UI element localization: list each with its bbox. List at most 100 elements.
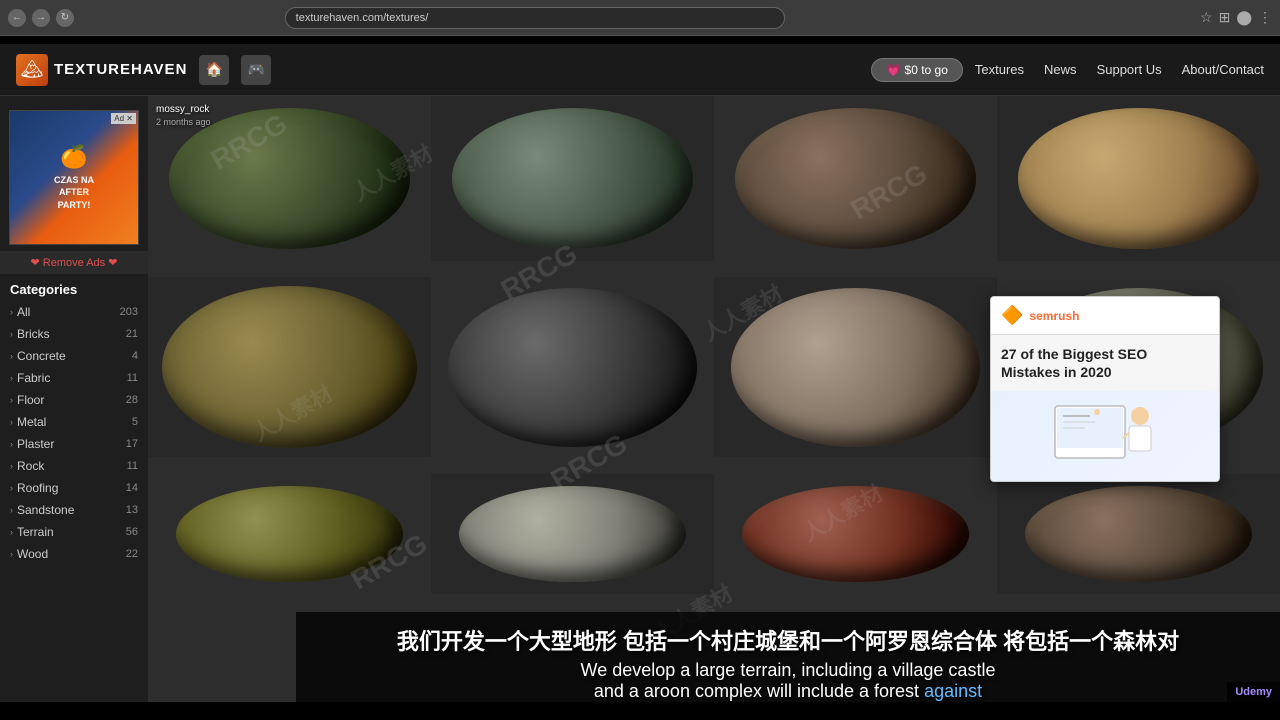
cat-count: 28 bbox=[126, 394, 138, 406]
cat-name: Terrain bbox=[17, 525, 122, 539]
support-btn[interactable]: 💗 $0 to go bbox=[871, 58, 963, 82]
arrow-icon: › bbox=[10, 461, 13, 471]
texture-item-last[interactable] bbox=[997, 474, 1280, 594]
nav-textures[interactable]: Textures bbox=[975, 62, 1024, 77]
cat-count: 14 bbox=[126, 482, 138, 494]
sidebar-item-terrain[interactable]: › Terrain 56 bbox=[0, 521, 148, 543]
ad-popup-title: 27 of the Biggest SEOMistakes in 2020 bbox=[991, 335, 1219, 391]
subtitle-en-part1: We develop a large terrain, including a … bbox=[581, 660, 996, 680]
cat-name: Rock bbox=[17, 459, 123, 473]
udemy-logo: Udemy bbox=[1235, 686, 1272, 698]
ad-illustration bbox=[1035, 396, 1175, 476]
remove-ads-button[interactable]: ❤ Remove Ads ❤ bbox=[0, 251, 148, 274]
subtitle-en-part2: and a aroon complex will include a fores… bbox=[594, 681, 982, 701]
cat-count: 203 bbox=[120, 306, 138, 318]
sidebar-ad: Ad ✕ 🍊 CZAS NAAFTERPARTY! bbox=[9, 110, 139, 245]
main-layout: Ad ✕ 🍊 CZAS NAAFTERPARTY! ❤ Remove Ads ❤… bbox=[0, 96, 1280, 720]
texture-item-concrete[interactable] bbox=[431, 474, 714, 594]
url-bar[interactable]: texturehaven.com/textures/ bbox=[285, 7, 785, 29]
back-button[interactable]: ← bbox=[8, 9, 26, 27]
texture-label: mossy_rock 2 months ago bbox=[156, 104, 211, 127]
remove-ads-label: ❤ Remove Ads ❤ bbox=[31, 256, 118, 269]
texture-sphere bbox=[431, 96, 714, 261]
nav-about[interactable]: About/Contact bbox=[1182, 62, 1264, 77]
sphere-rock-cliff bbox=[452, 108, 693, 248]
sidebar-item-floor[interactable]: › Floor 28 bbox=[0, 389, 148, 411]
texture-item-moss[interactable] bbox=[148, 474, 431, 594]
texture-item-3[interactable] bbox=[714, 96, 997, 261]
texture-item-2[interactable] bbox=[431, 96, 714, 261]
sphere-rock2-2 bbox=[1025, 486, 1251, 582]
sidebar-item-fabric[interactable]: › Fabric 11 bbox=[0, 367, 148, 389]
nav-links: Textures News Support Us About/Contact bbox=[975, 62, 1264, 77]
cat-count: 22 bbox=[126, 548, 138, 560]
support-label: 💗 $0 to go bbox=[886, 63, 948, 77]
texture-sphere bbox=[148, 277, 431, 457]
texture-sphere bbox=[714, 474, 997, 594]
profile-icon[interactable]: ⬤ bbox=[1236, 9, 1252, 26]
sidebar-item-metal[interactable]: › Metal 5 bbox=[0, 411, 148, 433]
sidebar-item-concrete[interactable]: › Concrete 4 bbox=[0, 345, 148, 367]
sidebar-item-roofing[interactable]: › Roofing 14 bbox=[0, 477, 148, 499]
cat-name: All bbox=[17, 305, 116, 319]
sidebar-item-wood[interactable]: › Wood 22 bbox=[0, 543, 148, 565]
cat-name: Wood bbox=[17, 547, 122, 561]
subtitle-zh: 我们开发一个大型地形 包括一个村庄城堡和一个阿罗恩综合体 将包括一个森林对 bbox=[316, 624, 1260, 656]
ad-content: 🍊 CZAS NAAFTERPARTY! bbox=[10, 111, 138, 244]
url-text: texturehaven.com/textures/ bbox=[296, 12, 429, 24]
ad-popup-image bbox=[991, 391, 1219, 481]
texture-name: mossy_rock bbox=[156, 104, 211, 115]
nav-news[interactable]: News bbox=[1044, 62, 1077, 77]
blender-icon-btn[interactable]: 🏠 bbox=[199, 55, 229, 85]
sidebar: Ad ✕ 🍊 CZAS NAAFTERPARTY! ❤ Remove Ads ❤… bbox=[0, 96, 148, 720]
texture-item-mossy-rock[interactable]: mossy_rock 2 months ago bbox=[148, 96, 431, 261]
menu-icon[interactable]: ⋮ bbox=[1258, 9, 1272, 26]
browser-chrome: ← → ↻ texturehaven.com/textures/ ☆ ⊞ ⬤ ⋮ bbox=[0, 0, 1280, 36]
arrow-icon: › bbox=[10, 483, 13, 493]
arrow-icon: › bbox=[10, 351, 13, 361]
arrow-icon: › bbox=[10, 549, 13, 559]
refresh-button[interactable]: ↻ bbox=[56, 9, 74, 27]
sphere-rock-rough bbox=[731, 288, 980, 446]
categories-title: Categories bbox=[0, 274, 148, 301]
cat-name: Plaster bbox=[17, 437, 122, 451]
extensions-icon[interactable]: ⊞ bbox=[1219, 9, 1231, 26]
texture-item-brown[interactable] bbox=[714, 474, 997, 594]
texture-sphere bbox=[714, 96, 997, 261]
texture-sphere bbox=[431, 277, 714, 457]
texture-item-boulder[interactable] bbox=[148, 277, 431, 457]
arrow-icon: › bbox=[10, 417, 13, 427]
subtitle-en: We develop a large terrain, including a … bbox=[316, 660, 1260, 702]
sphere-boulder-mossy bbox=[162, 286, 417, 448]
sidebar-item-sandstone[interactable]: › Sandstone 13 bbox=[0, 499, 148, 521]
texture-sphere bbox=[714, 277, 997, 457]
texture-sphere bbox=[997, 474, 1280, 594]
texture-item-rock-dark[interactable] bbox=[431, 277, 714, 457]
sidebar-item-all[interactable]: › All 203 bbox=[0, 301, 148, 323]
arrow-icon: › bbox=[10, 505, 13, 515]
forward-button[interactable]: → bbox=[32, 9, 50, 27]
cat-count: 13 bbox=[126, 504, 138, 516]
cat-name: Metal bbox=[17, 415, 128, 429]
sphere-rock2 bbox=[735, 108, 976, 248]
arrow-icon: › bbox=[10, 527, 13, 537]
texture-sphere bbox=[148, 474, 431, 594]
sidebar-item-rock[interactable]: › Rock 11 bbox=[0, 455, 148, 477]
arrow-icon: › bbox=[10, 373, 13, 383]
sidebar-item-bricks[interactable]: › Bricks 21 bbox=[0, 323, 148, 345]
cat-count: 4 bbox=[132, 350, 138, 362]
game-icon-btn[interactable]: 🎮 bbox=[241, 55, 271, 85]
ad-popup-header: 🔶 semrush bbox=[991, 297, 1219, 335]
cat-name: Roofing bbox=[17, 481, 122, 495]
sidebar-item-plaster[interactable]: › Plaster 17 bbox=[0, 433, 148, 455]
arrow-icon: › bbox=[10, 395, 13, 405]
texture-item-rock-rough[interactable] bbox=[714, 277, 997, 457]
nav-support-us[interactable]: Support Us bbox=[1097, 62, 1162, 77]
site-logo[interactable]: 🏔 TEXTUREHAVEN bbox=[16, 54, 187, 86]
sphere-rock-dark bbox=[448, 288, 697, 446]
cat-count: 5 bbox=[132, 416, 138, 428]
texture-sphere bbox=[997, 96, 1280, 261]
texture-item-wood[interactable] bbox=[997, 96, 1280, 261]
ad-popup: 🔶 semrush 27 of the Biggest SEOMistakes … bbox=[990, 296, 1220, 482]
bookmark-icon[interactable]: ☆ bbox=[1200, 9, 1213, 26]
